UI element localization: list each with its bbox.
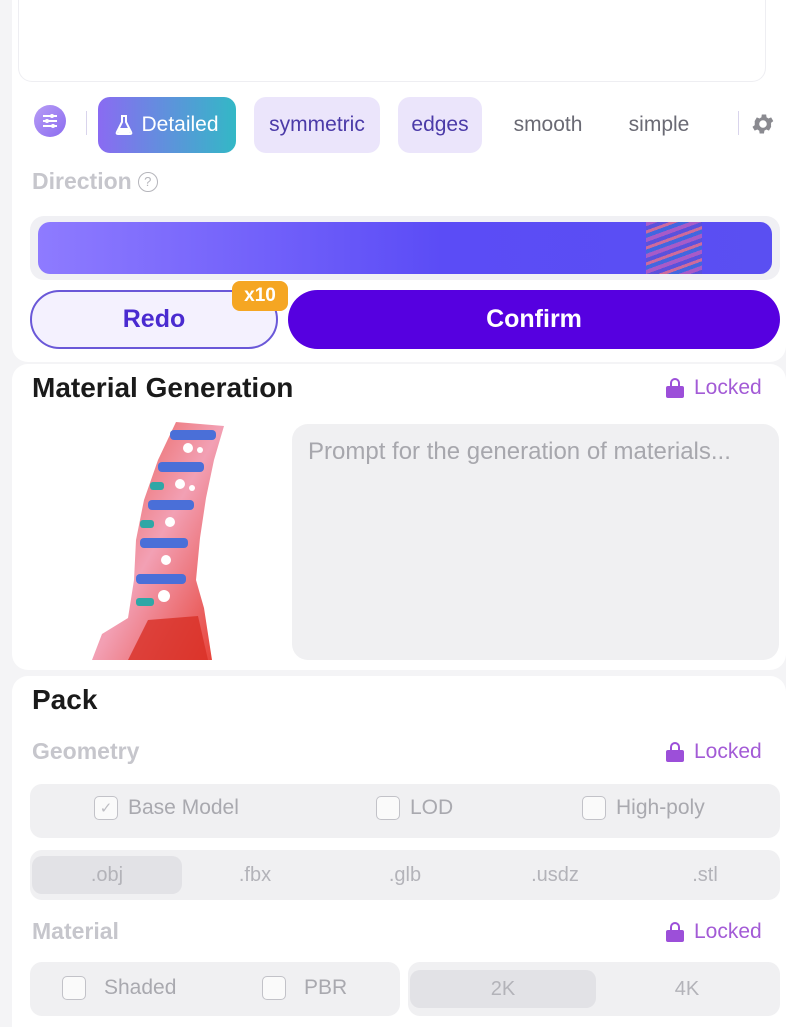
- chip-smooth-label: smooth: [513, 113, 583, 136]
- slider-track: [38, 222, 772, 274]
- base-model-label: Base Model: [128, 796, 239, 819]
- chip-detailed[interactable]: Detailed: [98, 97, 236, 153]
- checkbox-checked-icon[interactable]: ✓: [94, 796, 118, 820]
- chip-edges[interactable]: edges: [398, 97, 482, 153]
- model-thumbnail[interactable]: [88, 420, 234, 660]
- chip-simple-label: simple: [628, 113, 690, 136]
- geometry-locked: Locked: [666, 740, 762, 764]
- format-usdz[interactable]: .usdz: [480, 856, 630, 894]
- checkbox-icon[interactable]: [582, 796, 606, 820]
- format-glb[interactable]: .glb: [330, 856, 480, 894]
- material-generation-locked: Locked: [666, 376, 762, 400]
- chip-smooth[interactable]: smooth: [500, 97, 596, 153]
- locked-label: Locked: [694, 740, 762, 763]
- high-poly-label: High-poly: [616, 796, 705, 819]
- material-locked: Locked: [666, 920, 762, 944]
- redo-count-badge: x10: [232, 281, 288, 311]
- locked-label: Locked: [694, 920, 762, 943]
- chip-edges-label: edges: [411, 113, 469, 136]
- format-stl[interactable]: .stl: [630, 856, 780, 894]
- resolution-selector: 2K 4K: [408, 962, 780, 1016]
- pbr-label: PBR: [304, 976, 348, 999]
- material-prompt-input[interactable]: Prompt for the generation of materials..…: [292, 424, 779, 660]
- direction-label-text: Direction: [32, 168, 132, 194]
- pack-title: Pack: [32, 684, 98, 715]
- lock-icon: [666, 742, 684, 762]
- chip-symmetric[interactable]: symmetric: [254, 97, 380, 153]
- locked-label: Locked: [694, 376, 762, 399]
- style-toolbar: Detailed symmetric edges smooth simple: [30, 97, 780, 153]
- confirm-label: Confirm: [486, 305, 582, 333]
- material-label: Material: [32, 918, 119, 944]
- lod-option[interactable]: LOD: [376, 796, 453, 820]
- direction-slider[interactable]: [30, 216, 780, 280]
- confirm-button[interactable]: Confirm: [288, 290, 780, 349]
- lock-icon: [666, 378, 684, 398]
- chip-detailed-label: Detailed: [141, 113, 219, 136]
- direction-label: Direction ?: [32, 168, 158, 195]
- geometry-label: Geometry: [32, 738, 140, 764]
- toolbar-divider: [738, 111, 739, 135]
- slider-handle[interactable]: [646, 222, 702, 274]
- chip-simple[interactable]: simple: [614, 97, 704, 153]
- help-icon[interactable]: ?: [137, 171, 158, 192]
- checkbox-icon[interactable]: [262, 976, 286, 1000]
- material-generation-title: Material Generation: [32, 372, 294, 403]
- base-model-option[interactable]: ✓ Base Model: [94, 796, 239, 820]
- gear-icon[interactable]: [750, 111, 776, 137]
- high-poly-option[interactable]: High-poly: [582, 796, 705, 820]
- flask-icon: [116, 115, 133, 135]
- format-selector: .obj .fbx .glb .usdz .stl: [30, 850, 780, 900]
- resolution-2k[interactable]: 2K: [410, 970, 596, 1008]
- lod-label: LOD: [410, 796, 454, 819]
- prompt-box-top[interactable]: [18, 0, 766, 82]
- shaded-label: Shaded: [104, 976, 177, 999]
- shaded-option[interactable]: Shaded: [62, 976, 176, 1000]
- lock-icon: [666, 922, 684, 942]
- checkbox-icon[interactable]: [62, 976, 86, 1000]
- format-fbx[interactable]: .fbx: [180, 856, 330, 894]
- chip-symmetric-label: symmetric: [269, 113, 365, 136]
- sliders-icon[interactable]: [34, 105, 66, 137]
- resolution-4k[interactable]: 4K: [594, 970, 780, 1008]
- checkbox-icon[interactable]: [376, 796, 400, 820]
- redo-label: Redo: [122, 305, 186, 333]
- pbr-option[interactable]: PBR: [262, 976, 347, 1000]
- toolbar-divider: [86, 111, 87, 135]
- format-obj[interactable]: .obj: [32, 856, 182, 894]
